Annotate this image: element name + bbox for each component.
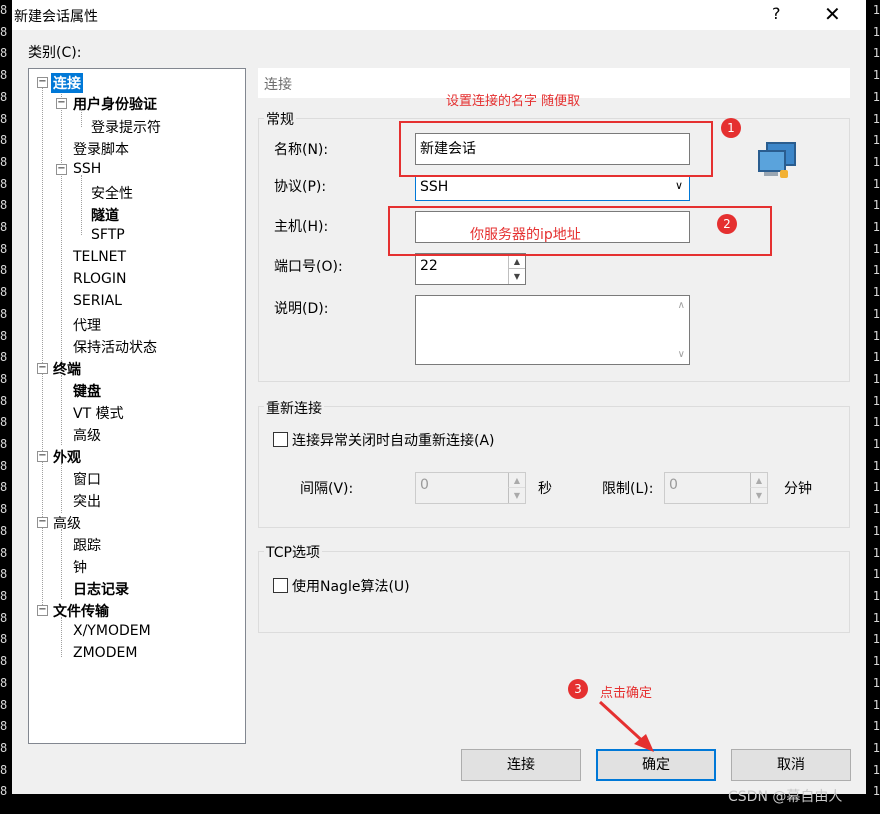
tree-item-file-transfer[interactable]: 文件传输 [53, 601, 109, 621]
interval-down-icon[interactable]: ▼ [508, 488, 525, 503]
interval-input[interactable]: 0 ▲ ▼ [415, 472, 526, 504]
tree-item-telnet[interactable]: TELNET [73, 249, 126, 265]
port-up-icon[interactable]: ▲ [508, 254, 525, 269]
panel-header-title: 连接 [264, 77, 292, 93]
tree-item-xymodem[interactable]: X/YMODEM [73, 623, 151, 639]
annotation-number-1: 1 [721, 118, 741, 138]
port-value: 22 [420, 258, 438, 274]
protocol-select[interactable]: SSH ∨ [415, 175, 690, 201]
limit-input[interactable]: 0 ▲ ▼ [664, 472, 768, 504]
scroll-up-icon[interactable]: ∧ [678, 300, 685, 311]
tree-item-terminal-advanced[interactable]: 高级 [73, 425, 101, 445]
interval-label: 间隔(V): [300, 481, 354, 497]
port-input[interactable]: 22 ▲ ▼ [415, 253, 526, 285]
auto-reconnect-label: 连接异常关闭时自动重新连接(A) [292, 433, 495, 449]
reconnect-group-title: 重新连接 [264, 398, 324, 418]
tree-item-bell[interactable]: 钟 [73, 557, 87, 577]
watermark: CSDN @幕自由人 [728, 789, 843, 805]
host-label: 主机(H): [274, 219, 329, 235]
chevron-down-icon: ∨ [674, 179, 683, 192]
port-down-icon[interactable]: ▼ [508, 269, 525, 284]
tree-item-trace[interactable]: 跟踪 [73, 535, 101, 555]
description-textarea[interactable]: ∧ ∨ [415, 295, 690, 365]
tree-item-proxy[interactable]: 代理 [73, 315, 101, 335]
tree-item-login-script[interactable]: 登录脚本 [73, 139, 129, 159]
interval-value: 0 [420, 477, 429, 493]
limit-up-icon[interactable]: ▲ [750, 473, 767, 488]
category-tree[interactable]: − 连接 − 用户身份验证 登录提示符 登录脚本 − SSH 安全性 隧道 SF… [28, 68, 246, 744]
window-title: 新建会话属性 [14, 9, 98, 25]
title-bar: 新建会话属性 ? ✕ [12, 0, 866, 30]
annotation-box-1 [399, 121, 713, 177]
session-properties-dialog: 新建会话属性 ? ✕ 类别(C): − 连接 − 用户身份验证 登录提示符 登录… [12, 0, 866, 794]
limit-unit: 分钟 [784, 481, 812, 497]
tree-item-auth[interactable]: 用户身份验证 [73, 94, 157, 114]
help-icon[interactable]: ? [772, 4, 781, 23]
limit-label: 限制(L): [602, 481, 654, 497]
tree-item-connection[interactable]: 连接 [51, 73, 83, 93]
protocol-value: SSH [420, 179, 449, 195]
annotation-note-1: 设置连接的名字 随便取 [446, 94, 581, 109]
network-computer-icon [756, 140, 796, 182]
general-group-title: 常规 [264, 109, 296, 129]
scroll-down-icon[interactable]: ∨ [678, 349, 685, 360]
tree-item-login-prompt[interactable]: 登录提示符 [91, 117, 161, 137]
tree-item-highlight[interactable]: 突出 [73, 491, 101, 511]
category-label: 类别(C): [28, 45, 82, 61]
tree-item-logging[interactable]: 日志记录 [73, 579, 129, 599]
limit-value: 0 [669, 477, 678, 493]
tree-item-appearance[interactable]: 外观 [53, 447, 81, 467]
tree-item-rlogin[interactable]: RLOGIN [73, 271, 127, 287]
tree-item-security[interactable]: 安全性 [91, 183, 133, 203]
tree-item-zmodem[interactable]: ZMODEM [73, 645, 137, 661]
annotation-number-3: 3 [568, 679, 588, 699]
limit-down-icon[interactable]: ▼ [750, 488, 767, 503]
protocol-label: 协议(P): [274, 179, 327, 195]
cancel-button[interactable]: 取消 [731, 749, 851, 781]
description-label: 说明(D): [274, 301, 329, 317]
tree-item-advanced[interactable]: 高级 [53, 513, 81, 533]
tree-item-sftp[interactable]: SFTP [91, 227, 125, 243]
annotation-note-2: 你服务器的ip地址 [470, 227, 581, 243]
close-icon[interactable]: ✕ [824, 2, 841, 26]
annotation-arrow-icon [598, 700, 654, 752]
connect-button[interactable]: 连接 [461, 749, 581, 781]
tree-item-serial[interactable]: SERIAL [73, 293, 122, 309]
tree-item-keyboard[interactable]: 键盘 [73, 381, 101, 401]
tree-item-vt-mode[interactable]: VT 模式 [73, 403, 124, 423]
tree-item-ssh[interactable]: SSH [73, 161, 101, 177]
tree-item-keepalive[interactable]: 保持活动状态 [73, 337, 157, 357]
name-label: 名称(N): [274, 142, 329, 158]
tree-item-tunnel[interactable]: 隧道 [91, 205, 119, 225]
interval-up-icon[interactable]: ▲ [508, 473, 525, 488]
reconnect-group [258, 406, 850, 528]
tree-item-window[interactable]: 窗口 [73, 469, 101, 489]
tcp-group-title: TCP选项 [264, 542, 322, 562]
annotation-number-2: 2 [717, 214, 737, 234]
port-label: 端口号(O): [274, 259, 343, 275]
interval-unit: 秒 [538, 481, 552, 497]
background-terminal-right: 1111111111111111111111111111111111111 [872, 3, 880, 799]
nagle-checkbox[interactable] [273, 578, 288, 593]
auto-reconnect-checkbox[interactable] [273, 432, 288, 447]
tree-item-terminal[interactable]: 终端 [53, 359, 81, 379]
nagle-label: 使用Nagle算法(U) [292, 579, 410, 595]
